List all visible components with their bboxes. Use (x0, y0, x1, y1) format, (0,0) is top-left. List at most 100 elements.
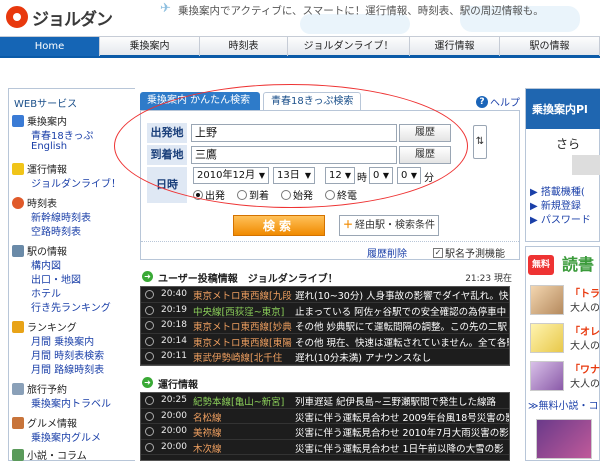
book-thumbnail[interactable] (530, 323, 564, 353)
post-time: 20:40 (161, 289, 187, 299)
ops-time: 20:00 (161, 410, 187, 421)
help-icon: ? (476, 95, 488, 108)
sidebar-title: WEBサービス (14, 99, 78, 110)
sidebar-section-gourmet[interactable]: グルメ情報 (12, 415, 77, 430)
sidebar-link-floor-map[interactable]: 構内図 (31, 257, 61, 272)
radio-arrival[interactable]: 到着 (237, 187, 269, 202)
ops-line: 美祢線 (193, 428, 222, 439)
minute-tens-select[interactable]: 0 ▼ (369, 167, 393, 184)
promo-thumbnail[interactable] (536, 419, 592, 459)
book-thumbnail[interactable] (530, 361, 564, 391)
sidebar-link-monthly-timetable-search[interactable]: 月間 時刻表検索 (31, 347, 104, 362)
ops-row[interactable]: 20:00 木次線 災害に伴う運転見合わせ 1日午前以降の大雪の影 (141, 440, 509, 455)
ops-line: 名松線 (193, 412, 222, 424)
sidebar-link-shinkansen[interactable]: 新幹線時刻表 (31, 209, 91, 224)
to-input[interactable]: 三鷹 (191, 146, 397, 164)
bullet-icon (145, 321, 154, 330)
history-delete-link[interactable]: 履歴削除 (367, 245, 407, 260)
sidebar-link-airline[interactable]: 空路時刻表 (31, 223, 81, 238)
plane-icon (12, 382, 24, 395)
more-novels-link[interactable]: ≫無料小説・コ (528, 397, 598, 412)
sidebar-link-jorudan-live[interactable]: ジョルダンライブ！ (31, 175, 121, 190)
ops-row[interactable]: 20:00 名松線 災害に伴う運転見合わせ 2009年台風18号災害の影 (141, 409, 510, 424)
hour-select[interactable]: 12 ▼ (325, 167, 355, 184)
sidebar-section-timetable[interactable]: 時刻表 (12, 195, 57, 210)
posts-title[interactable]: ユーザー投稿情報 ジョルダンライブ！ (158, 270, 338, 285)
ops-row[interactable]: 20:00 美祢線 災害に伴う運転見合わせ 2010年7月大雨災害の影 (141, 424, 509, 440)
post-line: 中央線[西荻窪~東京] (193, 306, 285, 318)
radio-last-train[interactable]: 終電 (325, 187, 357, 202)
book-title[interactable]: 「オレン (570, 323, 600, 338)
bullet-icon (145, 442, 154, 452)
nav-jorudan-live[interactable]: ジョルダンライブ！ (288, 37, 410, 56)
promo-link-register[interactable]: ▶ 新規登録 (530, 197, 581, 212)
page: ジョルダン ✈ 乗換案内でアクティブに、スマートに！運行情報、時刻表、駅の周辺情… (0, 0, 600, 461)
app-promo-banner[interactable]: 乗換案内Pl (526, 89, 600, 129)
promo-link-devices[interactable]: ▶ 搭載機種( (530, 183, 585, 198)
book-title[interactable]: 「トラッ (570, 285, 600, 300)
post-row[interactable]: 20:11 東武伊勢崎線[北千住 遅れ(10分未満) アナウンスなし (141, 349, 509, 365)
post-text: その他 妙典駅にて運転間隔の調整。この先の二駅と (295, 322, 510, 333)
sidebar-section-operation[interactable]: 運行情報 (12, 161, 67, 176)
crown-icon (12, 320, 24, 333)
sidebar-section-travel[interactable]: 旅行予約 (12, 381, 67, 396)
radio-dot (193, 189, 203, 200)
sidebar-link-norikae-travel[interactable]: 乗換案内トラベル (31, 395, 111, 410)
ops-row[interactable]: 20:25 紀勢本線[亀山~新宮] 列車遅延 紀伊長島~三野瀬駅間で発生した線路 (141, 393, 509, 409)
chevron-down-icon: ▼ (344, 171, 351, 180)
minute-ones-select[interactable]: 0 ▼ (397, 167, 421, 184)
from-history-button[interactable]: 履歴 (399, 124, 451, 142)
promo-link-password[interactable]: ▶ パスワード (530, 211, 591, 226)
help-link[interactable]: ? ヘルプ (476, 94, 520, 109)
ops-text: 災害に伴う運転見合わせ 2009年台風18号災害の影 (295, 412, 510, 424)
via-options-button[interactable]: ＋経由駅・検索条件 (339, 215, 439, 236)
post-row[interactable]: 20:18 東京メトロ東西線[妙典 その他 妙典駅にて運転間隔の調整。この先の二駅と (141, 318, 509, 334)
sidebar-link-monthly-norikae[interactable]: 月間 乗換案内 (31, 333, 94, 348)
sidebar-link-hotel[interactable]: ホテル (31, 285, 61, 300)
nav-home[interactable]: Home (0, 37, 100, 56)
year-month-select[interactable]: 2010年12月 ▼ (193, 167, 269, 184)
ops-title[interactable]: 運行情報 (158, 376, 198, 391)
nav-timetable[interactable]: 時刻表 (200, 37, 288, 56)
station-predict-toggle[interactable]: ✓ 駅名予測機能 (433, 245, 505, 260)
ops-text: 列車遅延 紀伊長島~三野瀬駅間で発生した線路 (295, 397, 496, 408)
sidebar-section-station[interactable]: 駅の情報 (12, 243, 67, 258)
book-subtitle: 大人の (570, 303, 600, 314)
divider (141, 241, 519, 242)
nav-operation-info[interactable]: 運行情報 (410, 37, 500, 56)
radio-departure[interactable]: 出発 (193, 187, 225, 202)
radio-first-train[interactable]: 始発 (281, 187, 313, 202)
post-row[interactable]: 20:40 東京メトロ東西線[九段 遅れ(10~30分) 人身事故の影響でダイヤ乱れ… (141, 287, 509, 303)
swap-stations-button[interactable]: ⇅ (473, 125, 487, 159)
sidebar-section-norikae[interactable]: 乗換案内 (12, 113, 67, 128)
ops-list: 20:25 紀勢本線[亀山~新宮] 列車遅延 紀伊長島~三野瀬駅間で発生した線路 2… (140, 392, 510, 461)
link-label: パスワード (540, 215, 591, 226)
bullet-icon (145, 427, 154, 436)
day-select[interactable]: 13日 ▼ (273, 167, 315, 184)
food-icon (12, 416, 24, 429)
sidebar-link-destination-ranking[interactable]: 行き先ランキング (31, 299, 111, 314)
arrow-right-icon: ➜ (142, 271, 153, 282)
sidebar-link-norikae-gourmet[interactable]: 乗換案内グルメ (31, 429, 101, 444)
book-subtitle: 大人の (570, 341, 600, 352)
post-row[interactable]: 20:14 東京メトロ東西線[東陽 その他 現在、快速は運転されていません。全て各駅… (141, 334, 509, 349)
book-title[interactable]: 「ワナビ (570, 361, 600, 376)
sidebar-link-monthly-route-timetable[interactable]: 月間 路線時刻表 (31, 361, 104, 376)
tab-seishun18-search[interactable]: 青春18きっぷ検索 (263, 92, 362, 110)
logo-text: ジョルダン (32, 9, 113, 30)
to-history-button[interactable]: 履歴 (399, 146, 451, 164)
sidebar-section-ranking[interactable]: ランキング (12, 319, 77, 334)
sidebar-link-exit-map[interactable]: 出口・地図 (31, 271, 81, 286)
sidebar-link-english[interactable]: English (31, 141, 67, 152)
post-row[interactable]: 20:19 中央線[西荻窪~東京] 止まっている 阿佐ヶ谷駅での安全確認の為停車中 (141, 303, 509, 318)
sidebar-section-novel[interactable]: 小説・コラム (12, 447, 87, 461)
tab-simple-search[interactable]: 乗換案内 かんたん検索 (140, 92, 260, 110)
jorudan-logo[interactable]: ジョルダン (6, 4, 113, 30)
search-button[interactable]: 検索 (233, 215, 325, 236)
sidebar-link-seishun18[interactable]: 青春18きっぷ (31, 127, 93, 142)
nav-norikae[interactable]: 乗換案内 (100, 37, 200, 56)
book-thumbnail[interactable] (530, 285, 564, 315)
from-input[interactable]: 上野 (191, 124, 397, 142)
nav-station-info[interactable]: 駅の情報 (500, 37, 600, 56)
ops-time: 20:00 (161, 426, 187, 436)
